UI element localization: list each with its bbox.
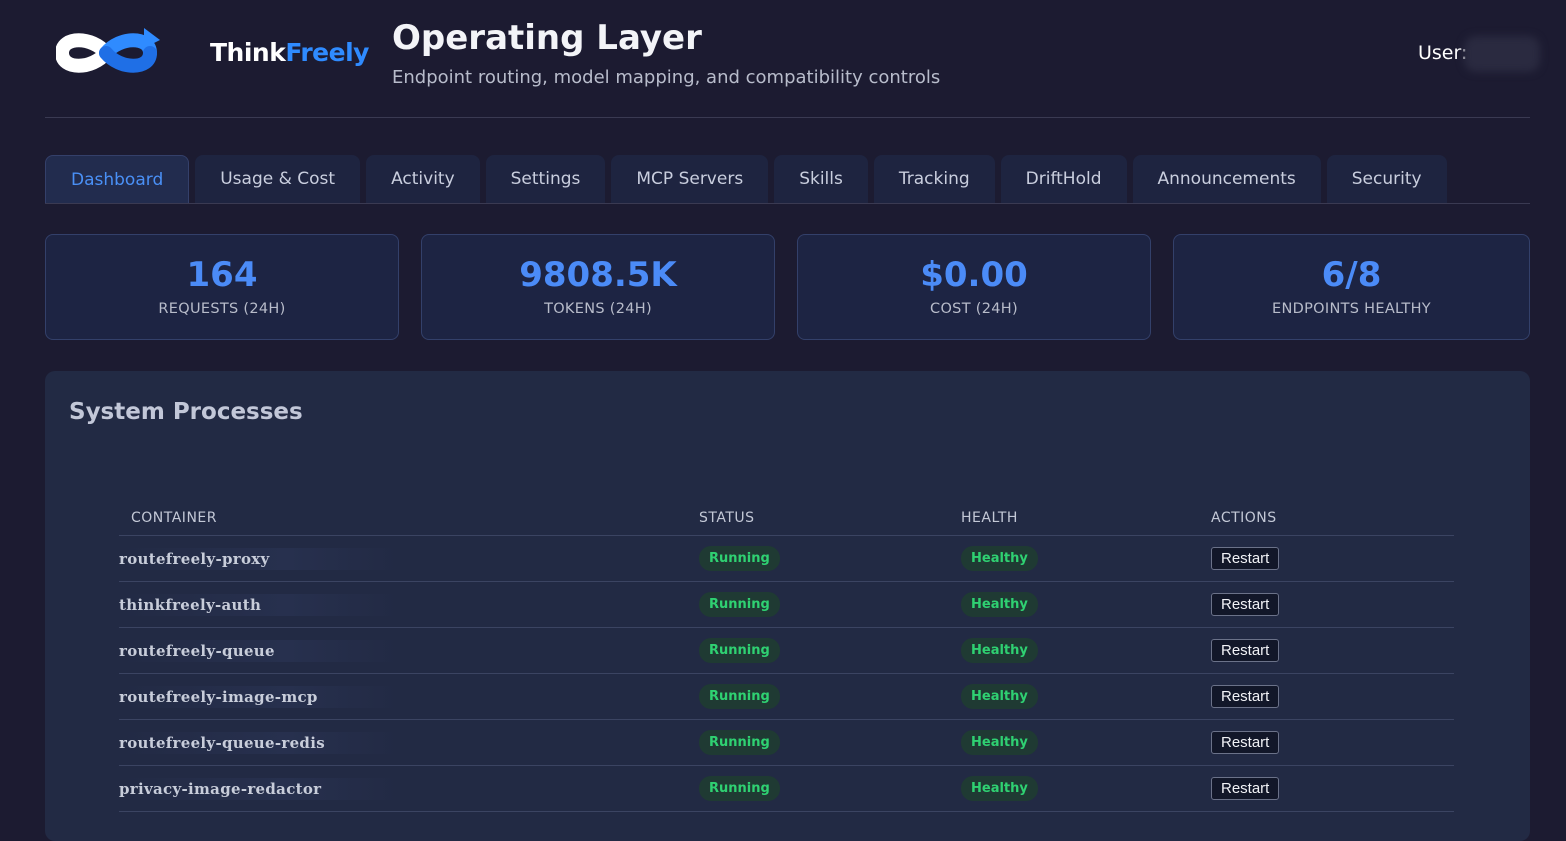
container-name: routefreely-proxy (119, 547, 399, 570)
system-processes-panel: System Processes CONTAINER STATUS HEALTH… (45, 371, 1530, 841)
container-name: privacy-image-redactor (119, 777, 399, 800)
container-name: routefreely-image-mcp (119, 685, 399, 708)
brand-logo: ThinkFreely (56, 18, 369, 88)
column-header-actions: ACTIONS (1211, 501, 1454, 536)
tab-dashboard[interactable]: Dashboard (45, 155, 190, 203)
tab-bar: Dashboard Usage & Cost Activity Settings… (45, 155, 1447, 203)
table-row: routefreely-queue-redis Running Healthy … (119, 719, 1454, 766)
restart-button[interactable]: Restart (1211, 593, 1280, 616)
table-row: privacy-image-redactor Running Healthy R… (119, 765, 1454, 812)
stat-card-cost: $0.00 COST (24H) (797, 234, 1151, 340)
table-header-row: CONTAINER STATUS HEALTH ACTIONS (119, 501, 1454, 536)
stat-label: ENDPOINTS HEALTHY (1272, 301, 1431, 317)
restart-button[interactable]: Restart (1211, 685, 1280, 708)
tab-activity[interactable]: Activity (366, 155, 480, 203)
restart-button[interactable]: Restart (1211, 547, 1280, 570)
tab-settings[interactable]: Settings (485, 155, 606, 203)
user-label: User: (1418, 42, 1468, 64)
stat-card-endpoints: 6/8 ENDPOINTS HEALTHY (1173, 234, 1530, 340)
stat-value: 6/8 (1321, 255, 1382, 295)
table-row: thinkfreely-auth Running Healthy Restart (119, 581, 1454, 628)
restart-button[interactable]: Restart (1211, 639, 1280, 662)
status-badge: Running (699, 776, 780, 801)
page-subtitle: Endpoint routing, model mapping, and com… (392, 67, 941, 88)
tab-mcp-servers[interactable]: MCP Servers (611, 155, 769, 203)
column-header-container: CONTAINER (119, 501, 699, 536)
column-header-health: HEALTH (961, 501, 1211, 536)
health-badge: Healthy (961, 776, 1038, 801)
tab-skills[interactable]: Skills (774, 155, 868, 203)
tab-drifthold[interactable]: DriftHold (1000, 155, 1127, 203)
health-badge: Healthy (961, 684, 1038, 709)
header-divider (45, 117, 1530, 118)
stat-value: 164 (186, 255, 258, 295)
tab-usage-cost[interactable]: Usage & Cost (195, 155, 361, 203)
brand-name-part2: Freely (285, 38, 369, 67)
container-name: routefreely-queue (119, 639, 399, 662)
health-badge: Healthy (961, 730, 1038, 755)
stat-value: $0.00 (920, 255, 1028, 295)
stat-label: COST (24H) (930, 301, 1018, 317)
processes-table: CONTAINER STATUS HEALTH ACTIONS routefre… (119, 501, 1454, 812)
brand-name-part1: Think (210, 38, 286, 67)
stat-label: REQUESTS (24H) (158, 301, 286, 317)
panel-title: System Processes (69, 399, 303, 425)
status-badge: Running (699, 730, 780, 755)
health-badge: Healthy (961, 638, 1038, 663)
container-name: thinkfreely-auth (119, 593, 399, 616)
status-badge: Running (699, 592, 780, 617)
tab-announcements[interactable]: Announcements (1132, 155, 1321, 203)
status-badge: Running (699, 684, 780, 709)
page-title: Operating Layer (392, 18, 702, 58)
container-name: routefreely-queue-redis (119, 731, 399, 754)
brand-name: ThinkFreely (210, 38, 369, 67)
column-header-status: STATUS (699, 501, 961, 536)
table-row: routefreely-proxy Running Healthy Restar… (119, 535, 1454, 582)
health-badge: Healthy (961, 592, 1038, 617)
table-row: routefreely-image-mcp Running Healthy Re… (119, 673, 1454, 720)
tab-tracking[interactable]: Tracking (873, 155, 995, 203)
stat-label: TOKENS (24H) (544, 301, 652, 317)
stat-value: 9808.5K (519, 255, 677, 295)
restart-button[interactable]: Restart (1211, 777, 1280, 800)
stat-card-tokens: 9808.5K TOKENS (24H) (421, 234, 775, 340)
infinity-logo-icon (56, 28, 160, 73)
status-badge: Running (699, 546, 780, 571)
user-name-redacted[interactable] (1464, 36, 1540, 72)
tab-security[interactable]: Security (1326, 155, 1447, 203)
health-badge: Healthy (961, 546, 1038, 571)
status-badge: Running (699, 638, 780, 663)
stat-card-requests: 164 REQUESTS (24H) (45, 234, 399, 340)
tabs-divider (45, 203, 1530, 204)
table-row: routefreely-queue Running Healthy Restar… (119, 627, 1454, 674)
restart-button[interactable]: Restart (1211, 731, 1280, 754)
